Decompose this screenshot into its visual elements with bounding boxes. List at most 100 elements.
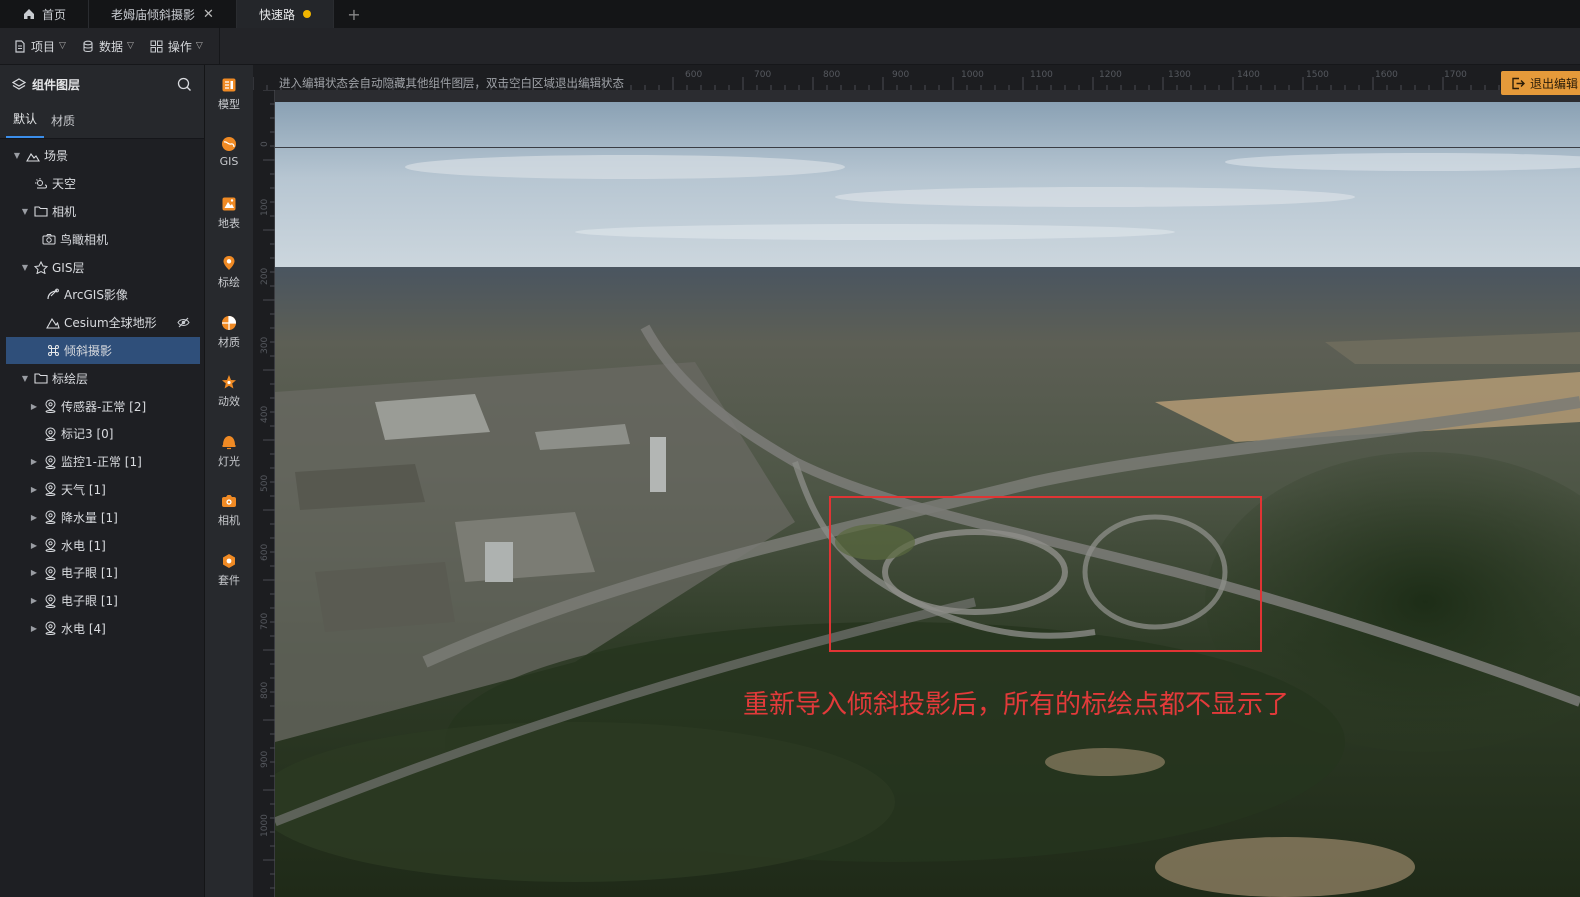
- ruler-tick-label: 1500: [1306, 70, 1329, 80]
- edit-mode-hint: 进入编辑状态会自动隐藏其他组件图层，双击空白区域退出编辑状态: [279, 76, 624, 90]
- unsaved-dot-icon: [302, 10, 311, 18]
- operation-menu-button[interactable]: 操作 ▽: [142, 28, 211, 64]
- ruler-horizontal: 600 700 800 900 1000 1100 1200 1300 1400 1500 1600…: [253, 65, 1580, 90]
- iconbar-marker-button[interactable]: 标绘: [205, 255, 253, 305]
- landscape-icon: [26, 149, 40, 163]
- tree-node-label: 倾斜摄影: [64, 343, 113, 358]
- tree-node-weather[interactable]: ▶ 天气 [1]: [0, 476, 204, 504]
- pin-icon: [43, 427, 57, 441]
- ruler-tick-label: 200: [260, 268, 270, 285]
- subtab-material[interactable]: 材质: [44, 112, 82, 138]
- tab-home[interactable]: 首页: [0, 0, 90, 28]
- close-icon[interactable]: ✕: [203, 7, 214, 22]
- ruler-tick-label: 700: [754, 70, 771, 80]
- document-icon: [15, 39, 25, 53]
- add-tab-button[interactable]: +: [334, 0, 374, 28]
- tree-node-camera-folder[interactable]: ▼ 相机: [0, 198, 204, 226]
- tree-node-oblique-photography[interactable]: 倾斜摄影: [6, 336, 200, 365]
- expand-arrow-icon[interactable]: ▶: [29, 513, 39, 522]
- annotation-text: 重新导入倾斜投影后，所有的标绘点都不显示了: [743, 690, 1290, 720]
- pin-icon: [43, 594, 57, 608]
- tab-project-oblique[interactable]: 老姆庙倾斜摄影 ✕: [89, 0, 237, 28]
- iconbar-label: 灯光: [218, 455, 240, 468]
- tree-node-label: 天气 [1]: [61, 482, 106, 497]
- iconbar-gis-button[interactable]: GIS: [205, 136, 253, 186]
- chevron-down-icon: ▽: [126, 41, 134, 51]
- tree-node-monitor1[interactable]: ▶ 监控1-正常 [1]: [0, 448, 204, 476]
- pin-icon: [43, 482, 57, 497]
- tree-node-e-eye-2[interactable]: ▶ 电子眼 [1]: [0, 587, 204, 615]
- expand-arrow-icon[interactable]: ▶: [29, 568, 39, 577]
- tree-node-hydropower-2[interactable]: ▶ 水电 [4]: [0, 615, 204, 643]
- iconbar-surface-button[interactable]: 地表: [205, 196, 253, 246]
- expand-arrow-icon[interactable]: ▶: [29, 541, 39, 550]
- data-menu-button[interactable]: 数据 ▽: [74, 28, 142, 64]
- iconbar-label: 模型: [218, 98, 240, 111]
- ruler-vertical: 0 100 200 300 400 500 600 700 800 900 1000: [253, 90, 275, 897]
- expand-arrow-icon[interactable]: ▶: [29, 402, 39, 411]
- expand-arrow-icon[interactable]: ▶: [29, 485, 39, 494]
- iconbar-label: GIS: [219, 155, 239, 168]
- layer-panel-title: 组件图层: [32, 77, 81, 92]
- scene-viewport[interactable]: 600 700 800 900 1000 1100 1200 1300 1400 1500 1600…: [253, 65, 1580, 897]
- expand-arrow-icon[interactable]: ▼: [20, 207, 30, 216]
- tree-node-label: 降水量 [1]: [61, 510, 118, 525]
- expand-arrow-icon[interactable]: ▶: [29, 457, 39, 466]
- effect-icon: [222, 375, 236, 389]
- camera-icon: [42, 232, 56, 246]
- iconbar-light-button[interactable]: 灯光: [205, 434, 253, 484]
- ruler-tick-label: 1200: [1099, 70, 1122, 80]
- iconbar-model-button[interactable]: 模型: [205, 77, 253, 127]
- ruler-tick-label: 500: [260, 475, 270, 492]
- tree-node-sensor[interactable]: ▶ 传感器-正常 [2]: [0, 392, 204, 420]
- tree-node-plot-layer[interactable]: ▼ 标绘层: [0, 364, 204, 392]
- tree-node-label: 水电 [1]: [61, 538, 106, 553]
- iconbar-label: 套件: [218, 574, 240, 587]
- expand-arrow-icon[interactable]: ▼: [20, 374, 30, 383]
- project-menu-button[interactable]: 项目 ▽: [6, 28, 74, 64]
- tree-node-sky[interactable]: 天空: [0, 170, 204, 198]
- database-icon: [83, 40, 93, 52]
- toolbar-divider: [218, 27, 220, 65]
- tab-expressway[interactable]: 快速路: [236, 0, 334, 28]
- horizon-guide-line: [275, 147, 1580, 148]
- tree-node-hydropower[interactable]: ▶ 水电 [1]: [0, 531, 204, 559]
- expand-arrow-icon[interactable]: ▼: [20, 263, 30, 272]
- expand-arrow-icon[interactable]: ▶: [29, 596, 39, 605]
- folder-icon: [34, 371, 48, 385]
- tree-node-e-eye[interactable]: ▶ 电子眼 [1]: [0, 559, 204, 587]
- iconbar-kit-button[interactable]: 套件: [205, 553, 253, 603]
- annotation-highlight-box: [829, 496, 1262, 652]
- iconbar-camera-button[interactable]: 相机: [205, 493, 253, 543]
- tree-node-label: 标记3 [0]: [61, 427, 114, 442]
- iconbar-effect-button[interactable]: 动效: [205, 374, 253, 424]
- tree-node-scene[interactable]: ▼ 场景: [0, 142, 204, 170]
- expand-arrow-icon[interactable]: ▼: [12, 151, 22, 160]
- grid-icon: [150, 40, 163, 52]
- tab-label: 首页: [42, 7, 67, 22]
- tree-node-gis-layer[interactable]: ▼ GIS层: [0, 253, 204, 281]
- chevron-down-icon: ▽: [59, 41, 66, 51]
- hidden-eye-icon[interactable]: [177, 317, 190, 331]
- expand-arrow-icon[interactable]: ▶: [29, 624, 39, 633]
- tree-node-marker3[interactable]: 标记3 [0]: [0, 420, 204, 448]
- tree-node-rainfall[interactable]: ▶ 降水量 [1]: [0, 503, 204, 531]
- ruler-tick-label: 1000: [961, 70, 984, 80]
- iconbar-material-button[interactable]: 材质: [205, 315, 253, 365]
- toolbar: 项目 ▽ 数据 ▽ 操作 ▽: [0, 27, 1580, 65]
- exit-edit-button[interactable]: 退出编辑: [1500, 71, 1580, 95]
- tree-node-birdseye-camera[interactable]: 鸟瞰相机: [0, 225, 204, 253]
- subtab-default[interactable]: 默认: [6, 110, 45, 138]
- tree-node-cesium-terrain[interactable]: Cesium全球地形: [0, 309, 204, 337]
- tree-node-label: Cesium全球地形: [64, 316, 157, 331]
- tree-node-arcgis-imagery[interactable]: ArcGIS影像: [0, 281, 204, 309]
- pin-icon: [43, 566, 57, 580]
- tree-node-label: GIS层: [52, 260, 85, 275]
- layer-subtabs: 默认 材质: [0, 103, 204, 139]
- globe-icon: [222, 137, 236, 151]
- ruler-tick-label: 600: [260, 544, 270, 561]
- search-icon[interactable]: [177, 77, 192, 92]
- model-icon: [222, 78, 236, 92]
- iconbar-label: 地表: [218, 217, 240, 230]
- light-icon: [222, 436, 236, 450]
